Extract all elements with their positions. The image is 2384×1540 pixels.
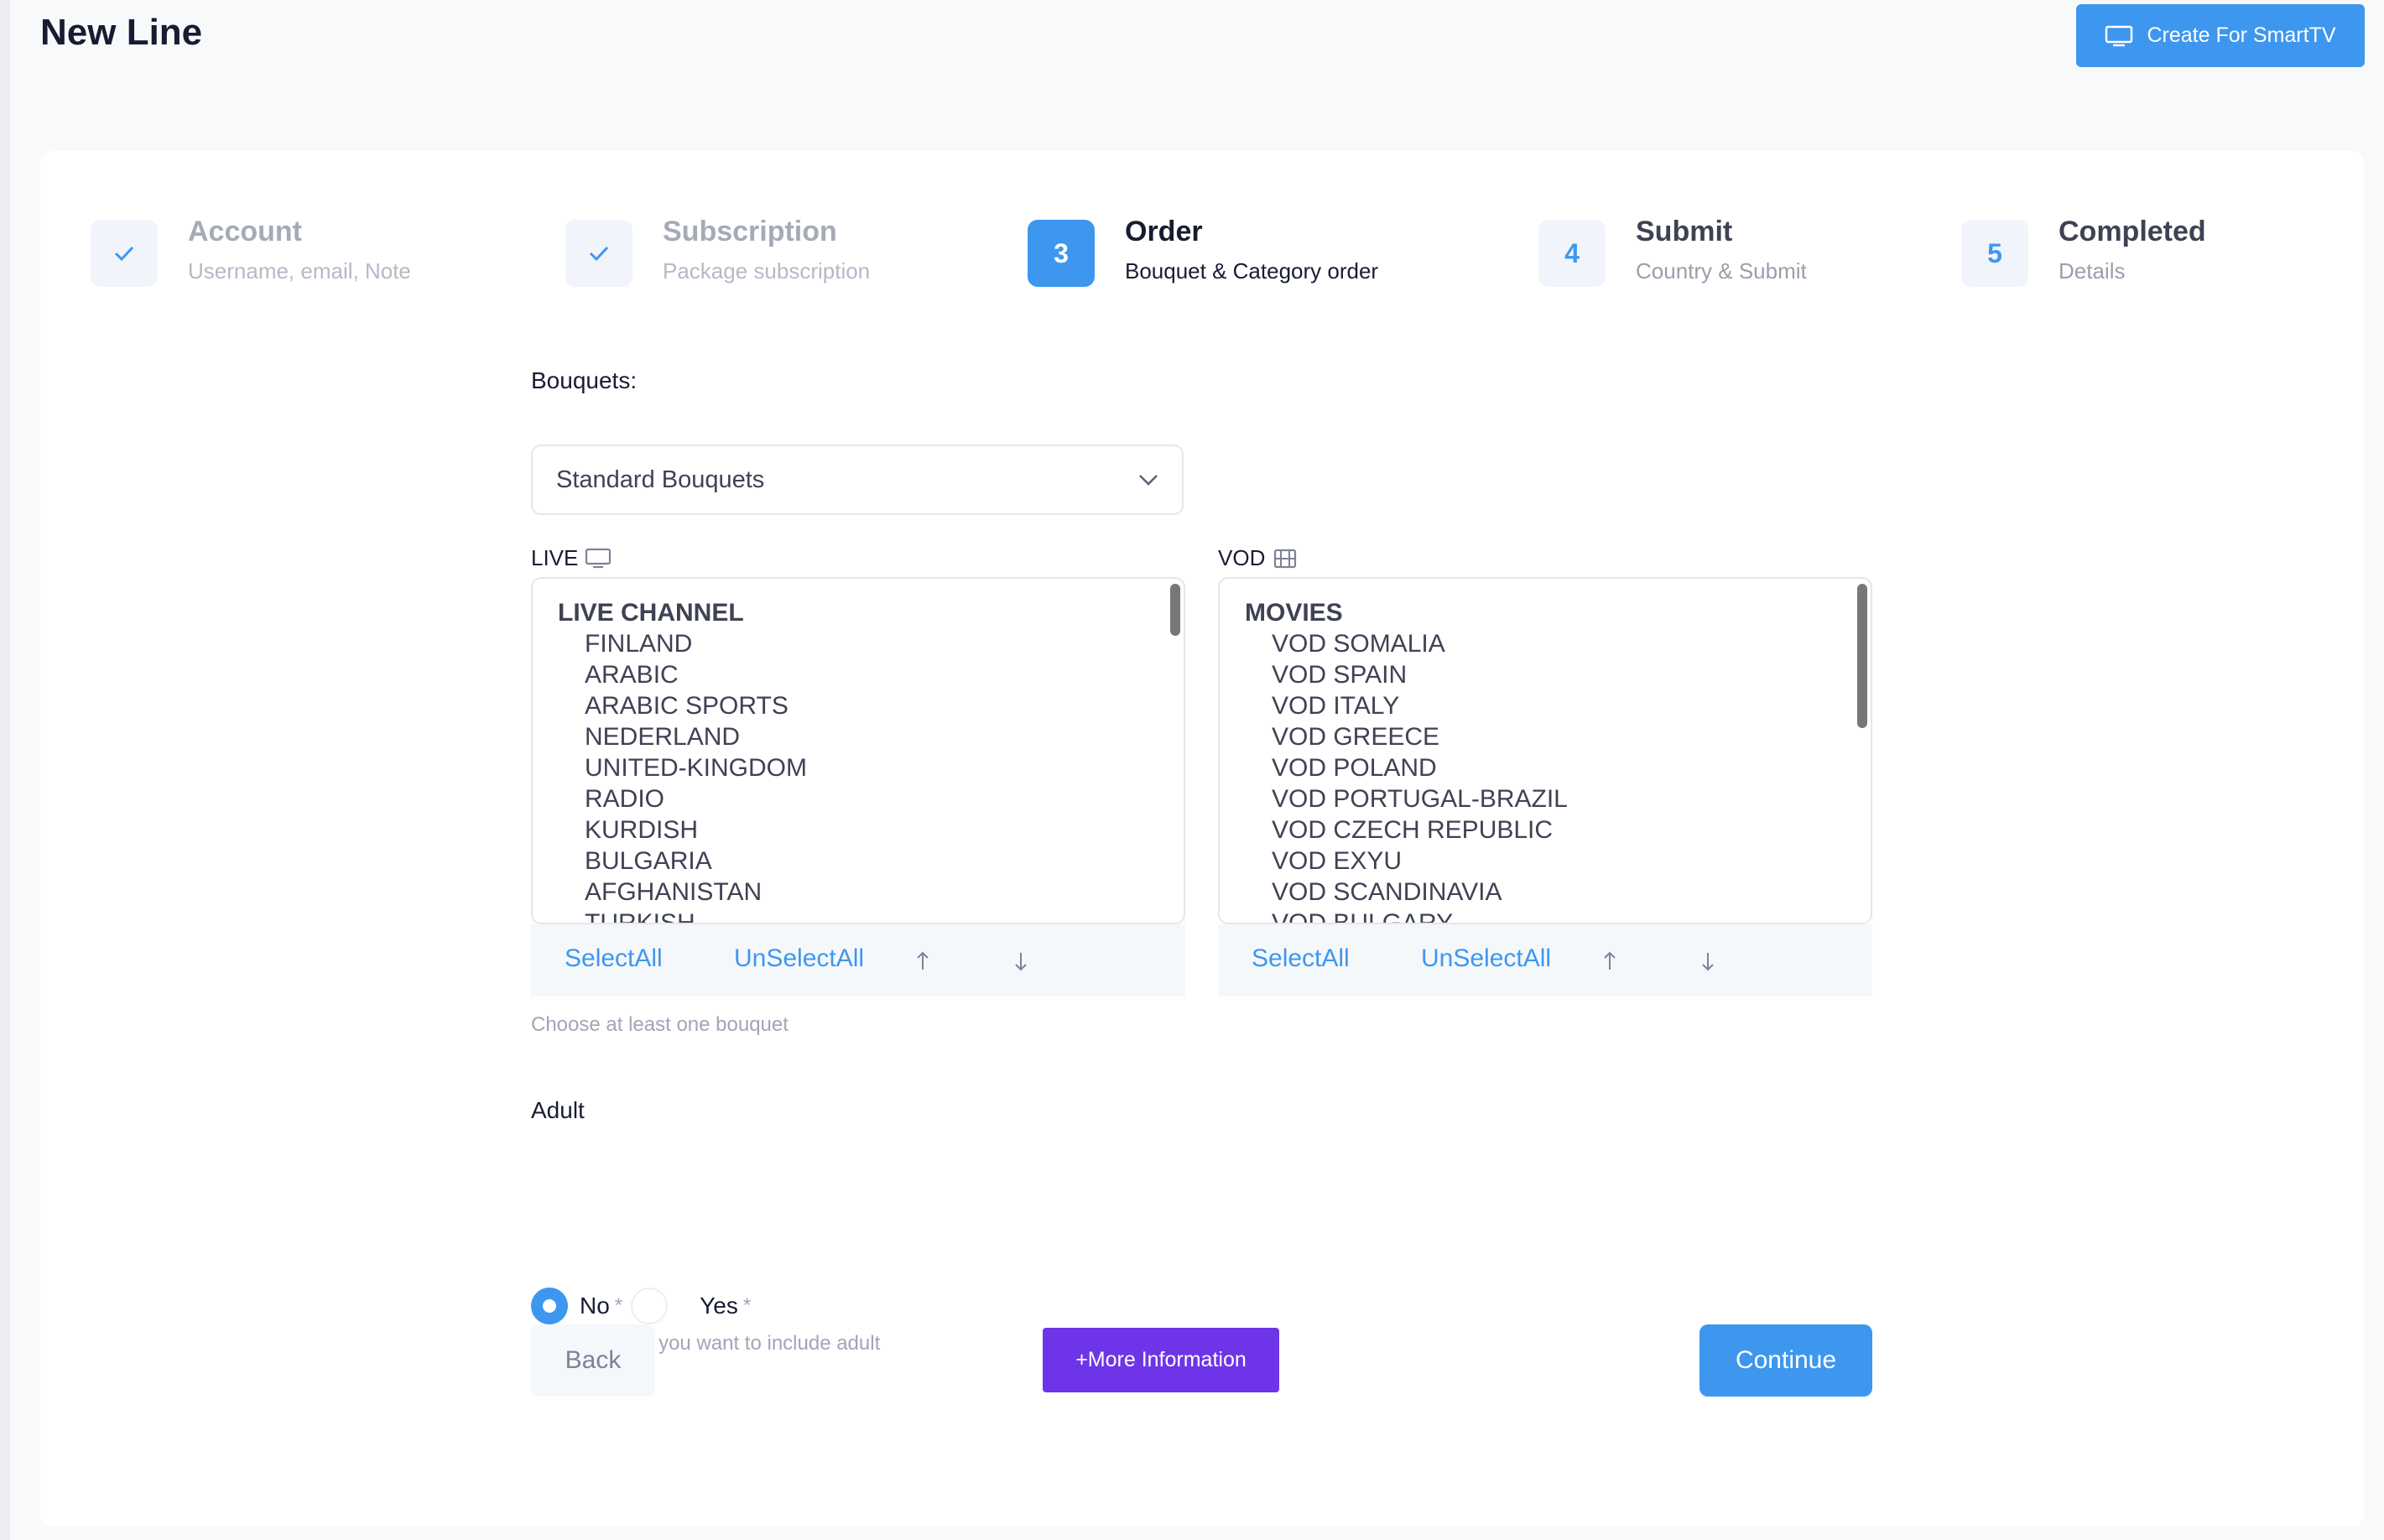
vod-option[interactable]: VOD ITALY — [1245, 690, 1871, 721]
vod-list-actions: SelectAll UnSelectAll — [1218, 924, 1872, 996]
bouquet-hint: Choose at least one bouquet — [531, 1013, 789, 1036]
adult-yes-label[interactable]: Yes — [700, 1293, 738, 1319]
vod-select-all-link[interactable]: SelectAll — [1252, 944, 1350, 973]
arrow-down-icon[interactable] — [1012, 949, 1030, 973]
vod-list-heading: VOD — [1218, 545, 1299, 571]
step-account[interactable]: Account Username, email, Note — [91, 216, 411, 287]
vod-option[interactable]: VOD BULGARY — [1245, 908, 1871, 923]
step-subscription[interactable]: Subscription Package subscription — [565, 216, 871, 287]
vod-option[interactable]: VOD CZECH REPUBLIC — [1245, 814, 1871, 845]
adult-no-radio[interactable] — [531, 1288, 568, 1324]
wizard-card: Account Username, email, Note Subscripti… — [40, 151, 2364, 1527]
live-group-label: LIVE CHANNEL — [558, 599, 744, 627]
step-check-badge — [565, 220, 632, 287]
live-unselect-all-link[interactable]: UnSelectAll — [734, 944, 864, 973]
live-option[interactable]: FINLAND — [558, 628, 1184, 659]
check-icon — [589, 246, 609, 262]
step-subtitle: Details — [2059, 258, 2126, 284]
film-icon — [1274, 549, 1297, 568]
live-option[interactable]: BULGARIA — [558, 845, 1184, 877]
monitor-icon — [2106, 25, 2133, 46]
left-edge — [0, 0, 10, 1540]
step-title: Subscription — [663, 216, 837, 247]
step-subtitle: Country & Submit — [1636, 258, 1807, 284]
live-option[interactable]: ARABIC — [558, 659, 1184, 690]
live-option[interactable]: NEDERLAND — [558, 721, 1184, 752]
step-number-badge: 3 — [1028, 220, 1095, 287]
step-subtitle: Package subscription — [663, 258, 871, 284]
arrow-up-icon[interactable] — [1601, 949, 1619, 973]
step-submit[interactable]: 4 Submit Country & Submit — [1538, 216, 1807, 287]
vod-option[interactable]: VOD GREECE — [1245, 721, 1871, 752]
create-smarttv-label: Create For SmartTV — [2147, 23, 2336, 47]
bouquets-label: Bouquets: — [531, 367, 638, 393]
step-number-badge: 5 — [1961, 220, 2028, 287]
check-icon — [114, 246, 134, 262]
required-mark: * — [614, 1294, 623, 1317]
adult-yes-radio[interactable] — [631, 1288, 669, 1324]
step-check-badge — [91, 220, 158, 287]
adult-no-label[interactable]: No — [580, 1293, 610, 1319]
required-mark: * — [742, 1294, 752, 1317]
live-option[interactable]: KURDISH — [558, 814, 1184, 845]
step-title: Submit — [1636, 216, 1733, 247]
vod-option[interactable]: VOD POLAND — [1245, 752, 1871, 783]
step-title: Order — [1125, 216, 1203, 247]
step-title: Account — [188, 216, 302, 247]
live-option[interactable]: AFGHANISTAN — [558, 877, 1184, 908]
continue-button[interactable]: Continue — [1700, 1324, 1872, 1397]
live-scrollbar[interactable] — [1170, 584, 1180, 636]
bouquets-select-value: Standard Bouquets — [556, 466, 765, 493]
live-list-heading: LIVE — [531, 545, 612, 571]
live-label: LIVE — [531, 545, 579, 570]
adult-label: Adult — [531, 1097, 585, 1123]
step-number-badge: 4 — [1538, 220, 1606, 287]
create-smarttv-button[interactable]: Create For SmartTV — [2076, 4, 2365, 67]
vod-option[interactable]: VOD SPAIN — [1245, 659, 1871, 690]
tv-icon — [586, 548, 612, 568]
step-completed[interactable]: 5 Completed Details — [1961, 216, 2206, 287]
chevron-down-icon — [1139, 475, 1158, 486]
arrow-down-icon[interactable] — [1699, 949, 1717, 973]
vod-options: MOVIES VOD SOMALIA VOD SPAIN VOD ITALY V… — [1220, 579, 1871, 923]
vod-unselect-all-link[interactable]: UnSelectAll — [1421, 944, 1551, 973]
vod-scrollbar[interactable] — [1857, 584, 1867, 728]
live-list-actions: SelectAll UnSelectAll — [531, 924, 1185, 996]
vod-listbox[interactable]: MOVIES VOD SOMALIA VOD SPAIN VOD ITALY V… — [1218, 577, 1872, 924]
arrow-up-icon[interactable] — [914, 949, 932, 973]
step-subtitle: Username, email, Note — [188, 258, 411, 284]
live-option[interactable]: UNITED-KINGDOM — [558, 752, 1184, 783]
live-select-all-link[interactable]: SelectAll — [565, 944, 663, 973]
adult-radio-group: No * Yes * — [531, 1288, 751, 1324]
vod-option[interactable]: VOD PORTUGAL-BRAZIL — [1245, 783, 1871, 814]
vod-option[interactable]: VOD SCANDINAVIA — [1245, 877, 1871, 908]
live-option[interactable]: TURKISH — [558, 908, 1184, 923]
live-option[interactable]: ARABIC SPORTS — [558, 690, 1184, 721]
step-subtitle: Bouquet & Category order — [1125, 258, 1379, 284]
bouquets-select[interactable]: Standard Bouquets — [531, 445, 1184, 515]
more-information-button[interactable]: +More Information — [1043, 1328, 1279, 1392]
step-order[interactable]: 3 Order Bouquet & Category order — [1028, 216, 1379, 287]
step-title: Completed — [2059, 216, 2206, 247]
page-title: New Line — [40, 12, 203, 53]
vod-label: VOD — [1218, 545, 1266, 570]
back-button[interactable]: Back — [531, 1324, 655, 1397]
vod-group-label: MOVIES — [1245, 599, 1343, 627]
live-option[interactable]: RADIO — [558, 783, 1184, 814]
live-options: LIVE CHANNEL FINLAND ARABIC ARABIC SPORT… — [533, 579, 1184, 923]
vod-option[interactable]: VOD EXYU — [1245, 845, 1871, 877]
live-listbox[interactable]: LIVE CHANNEL FINLAND ARABIC ARABIC SPORT… — [531, 577, 1185, 924]
vod-option[interactable]: VOD SOMALIA — [1245, 628, 1871, 659]
